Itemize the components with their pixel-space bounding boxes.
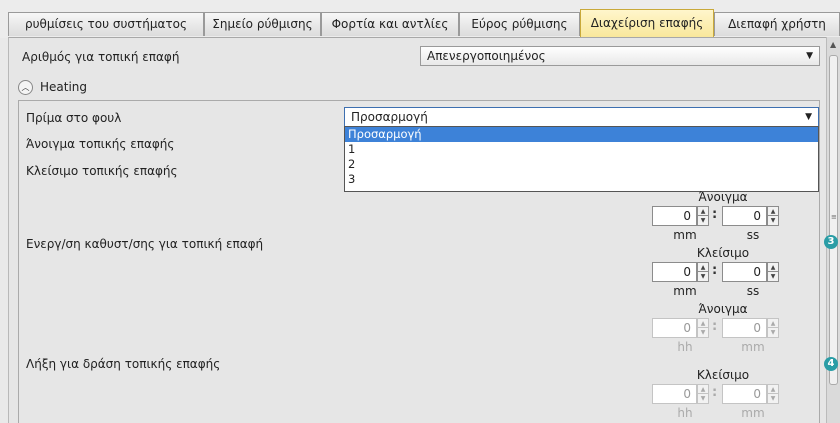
priming-dropdown-list: Προσαρμογή 1 2 3 xyxy=(344,126,819,192)
tab-loads-pumps[interactable]: Φορτία και αντλίες xyxy=(321,12,459,36)
scroll-up-icon[interactable]: ▲ xyxy=(830,40,836,49)
grip-icon: ≡ xyxy=(831,213,837,221)
close-contact-label: Κλείσιμο τοπικής επαφής xyxy=(26,164,178,178)
expiry-close-hours-input[interactable]: 0 xyxy=(652,384,697,404)
tab-user-interface[interactable]: Διεπαφή χρήστη xyxy=(714,12,840,36)
contact-number-label: Αριθμός για τοπική επαφή xyxy=(22,50,180,64)
tab-contact-management[interactable]: Διαχείριση επαφής xyxy=(580,9,714,38)
delay-open-title: Άνοιγμα xyxy=(698,190,748,204)
section-title: Heating xyxy=(40,80,88,94)
expiry-close-right-unit: mm xyxy=(741,406,765,420)
expiry-open-minutes-input[interactable]: 0 xyxy=(722,318,767,338)
spin-stepper[interactable]: ▲ ▼ xyxy=(767,262,779,282)
open-contact-label: Άνοιγμα τοπικής επαφής xyxy=(26,137,175,151)
delay-close-minutes-input[interactable]: 0 xyxy=(652,262,697,282)
dropdown-option[interactable]: 1 xyxy=(345,142,818,157)
delay-close-title: Κλείσιμο xyxy=(696,246,750,260)
expiry-open-title: Άνοιγμα xyxy=(698,302,748,316)
spin-stepper[interactable]: ▲ ▼ xyxy=(767,384,779,404)
spin-stepper[interactable]: ▲ ▼ xyxy=(697,206,709,226)
delay-open-right-unit: ss xyxy=(746,228,760,242)
scroll-thumb[interactable]: ≡ xyxy=(829,55,838,385)
contact-number-select[interactable]: Απενεργοποιημένος ▼ xyxy=(420,46,820,66)
tab-set-point[interactable]: Σημείο ρύθμισης xyxy=(204,12,321,36)
expiry-open-left-unit: hh xyxy=(677,340,693,354)
delay-open-minutes-input[interactable]: 0 xyxy=(652,206,697,226)
collapse-icon[interactable]: ︿ xyxy=(18,80,33,95)
delay-open-seconds-input[interactable]: 0 xyxy=(722,206,767,226)
expiry-close-minutes-input[interactable]: 0 xyxy=(722,384,767,404)
expiry-close-left-unit: hh xyxy=(677,406,693,420)
separator: : xyxy=(712,263,718,278)
priming-value: Προσαρμογή xyxy=(351,110,428,124)
chevron-down-icon: ▼ xyxy=(805,112,812,122)
priming-label: Πρίμα στο φουλ xyxy=(26,111,122,125)
spin-stepper[interactable]: ▲ ▼ xyxy=(697,262,709,282)
separator: : xyxy=(712,385,718,400)
expiry-open-hours-input[interactable]: 0 xyxy=(652,318,697,338)
priming-select[interactable]: Προσαρμογή ▼ xyxy=(344,107,819,127)
expiry-open-right-unit: mm xyxy=(741,340,765,354)
tab-adjustment-range[interactable]: Εύρος ρύθμισης xyxy=(459,12,580,36)
spin-stepper[interactable]: ▲ ▼ xyxy=(697,318,709,338)
dropdown-option[interactable]: Προσαρμογή xyxy=(345,127,818,142)
expiry-label: Λήξη για δράση τοπικής επαφής xyxy=(26,357,221,371)
spin-stepper[interactable]: ▲ ▼ xyxy=(767,206,779,226)
spin-stepper[interactable]: ▲ ▼ xyxy=(697,384,709,404)
contact-number-value: Απενεργοποιημένος xyxy=(427,49,546,63)
callout-marker-4: 4 xyxy=(824,357,838,371)
dropdown-option[interactable]: 3 xyxy=(345,172,818,187)
dropdown-option[interactable]: 2 xyxy=(345,157,818,172)
chevron-down-icon: ▼ xyxy=(806,51,813,61)
delay-close-right-unit: ss xyxy=(746,284,760,298)
delay-close-seconds-input[interactable]: 0 xyxy=(722,262,767,282)
callout-marker-3: 3 xyxy=(824,235,838,249)
tab-system-settings[interactable]: ρυθμίσεις του συστήματος xyxy=(8,12,204,36)
separator: : xyxy=(712,319,718,334)
spin-stepper[interactable]: ▲ ▼ xyxy=(767,318,779,338)
tab-bar: ρυθμίσεις του συστήματος Σημείο ρύθμισης… xyxy=(0,0,840,38)
expiry-close-title: Κλείσιμο xyxy=(696,368,750,382)
delay-label: Ενεργ/ση καθυστ/σης για τοπική επαφή xyxy=(26,237,264,251)
delay-close-left-unit: mm xyxy=(673,284,697,298)
delay-open-left-unit: mm xyxy=(673,228,697,242)
separator: : xyxy=(712,207,718,222)
